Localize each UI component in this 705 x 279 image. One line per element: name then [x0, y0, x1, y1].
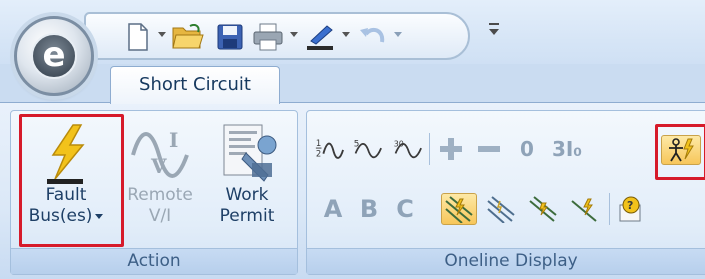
- undo-dropdown-arrow[interactable]: [394, 32, 402, 37]
- printer-icon[interactable]: [250, 20, 286, 54]
- phase-a-text: A: [323, 195, 343, 223]
- work-permit-icon: [215, 115, 279, 185]
- phase-a-icon[interactable]: A: [317, 193, 349, 225]
- svg-text:V: V: [150, 154, 167, 178]
- fault-type-llg-icon[interactable]: [483, 193, 519, 225]
- toolbar-separator: [609, 193, 610, 225]
- save-icon[interactable]: [212, 20, 248, 54]
- plus-icon[interactable]: [435, 133, 467, 165]
- sine-wave-vi-icon: V I: [128, 115, 192, 185]
- undo-icon[interactable]: [354, 20, 390, 54]
- three-i-zero-text: 3I₀: [551, 137, 583, 161]
- remote-vi-label-line1: Remote: [127, 185, 193, 205]
- half-cycle-icon[interactable]: 12: [313, 133, 345, 165]
- brush-underline-icon[interactable]: [302, 20, 338, 54]
- customize-toolbar-icon[interactable]: [486, 20, 502, 40]
- thirty-cycle-icon[interactable]: 30: [391, 133, 423, 165]
- work-permit-label-line1: Work: [225, 185, 269, 205]
- work-permit-label-line2: Permit: [219, 206, 275, 226]
- phase-c-text: C: [396, 195, 414, 223]
- svg-text:I: I: [169, 128, 178, 152]
- action-group-label: Action: [11, 248, 297, 274]
- quick-access-toolbar: [84, 12, 470, 60]
- oneline-display-group: 12 5 30 0 3I₀ A B C ? Oneline Display: [306, 110, 705, 275]
- zero-icon[interactable]: 0: [511, 133, 543, 165]
- remote-vi-label-line2: V/I: [148, 206, 172, 226]
- shock-person-highlight: [655, 124, 705, 180]
- phase-b-text: B: [359, 195, 379, 223]
- fault-type-3ph-icon[interactable]: [441, 193, 477, 225]
- display-options-icon[interactable]: ?: [615, 193, 651, 225]
- work-permit-button[interactable]: Work Permit: [205, 115, 289, 227]
- svg-text:?: ?: [627, 199, 633, 212]
- new-document-icon[interactable]: [120, 20, 156, 54]
- five-cycle-icon[interactable]: 5: [351, 133, 383, 165]
- phase-c-icon[interactable]: C: [389, 193, 421, 225]
- open-folder-icon[interactable]: [170, 20, 206, 54]
- fault-type-lg-icon[interactable]: [567, 193, 603, 225]
- fault-type-ll-icon[interactable]: [525, 193, 561, 225]
- new-document-dropdown-arrow[interactable]: [158, 32, 166, 37]
- oneline-display-group-label: Oneline Display: [307, 248, 705, 274]
- application-menu-button[interactable]: e: [14, 16, 94, 96]
- remote-vi-button[interactable]: V I Remote V/I: [119, 115, 201, 227]
- print-dropdown-arrow[interactable]: [290, 32, 298, 37]
- tab-short-circuit[interactable]: Short Circuit: [110, 66, 280, 104]
- tab-strip: [0, 64, 705, 102]
- svg-text:2: 2: [316, 149, 321, 159]
- svg-text:1: 1: [316, 138, 321, 148]
- fault-buses-highlight: [19, 114, 124, 247]
- toolbar-separator: [429, 133, 430, 165]
- three-i-zero-icon[interactable]: 3I₀: [547, 133, 587, 165]
- zero-text: 0: [520, 137, 534, 161]
- etap-logo-icon: e: [31, 33, 77, 79]
- format-dropdown-arrow[interactable]: [342, 32, 350, 37]
- phase-b-icon[interactable]: B: [353, 193, 385, 225]
- minus-icon[interactable]: [473, 133, 505, 165]
